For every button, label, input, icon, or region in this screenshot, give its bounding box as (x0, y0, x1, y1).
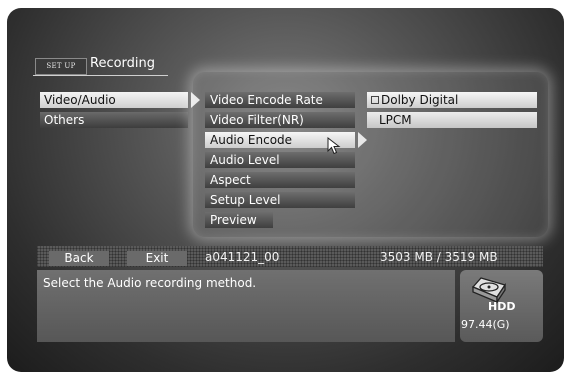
checkbox-icon (371, 95, 379, 104)
option-dolby-digital[interactable]: Dolby Digital (367, 92, 537, 108)
submenu-arrow-icon (358, 132, 367, 148)
submenu-item-label: Aspect (210, 173, 251, 187)
hdd-capacity: 97.44(G) (461, 318, 510, 331)
submenu-item-label: Video Filter(NR) (210, 113, 304, 127)
exit-button[interactable]: Exit (127, 251, 187, 266)
option-label: LPCM (379, 113, 412, 127)
submenu-item-aspect[interactable]: Aspect (205, 172, 355, 188)
menu-item-video-audio[interactable]: Video/Audio (40, 92, 188, 108)
submenu-item-label: Audio Encode (210, 133, 293, 147)
setup-tag: SET UP (35, 58, 87, 75)
submenu-item-label: Video Encode Rate (210, 93, 323, 107)
page-title: Recording (90, 56, 156, 71)
help-message: Select the Audio recording method. (43, 276, 257, 290)
submenu-item-preview[interactable]: Preview (205, 212, 273, 228)
help-message-box: Select the Audio recording method. (37, 270, 455, 342)
submenu-item-label: Setup Level (210, 193, 281, 207)
submenu-item-video-encode-rate[interactable]: Video Encode Rate (205, 92, 355, 108)
submenu-item-label: Preview (210, 213, 257, 227)
menu-item-label: Video/Audio (44, 93, 116, 107)
submenu-item-label: Audio Level (210, 153, 280, 167)
menu-item-others[interactable]: Others (40, 112, 188, 128)
submenu-item-video-filter[interactable]: Video Filter(NR) (205, 112, 355, 128)
pointer-cursor-icon (327, 137, 341, 155)
title-underline (33, 75, 168, 76)
capacity-readout: 3503 MB / 3519 MB (380, 250, 498, 264)
menu-item-label: Others (44, 113, 85, 127)
option-label: Dolby Digital (381, 93, 459, 107)
back-button[interactable]: Back (49, 251, 109, 266)
submenu-item-setup-level[interactable]: Setup Level (205, 192, 355, 208)
hdd-label: HDD (488, 300, 516, 313)
option-lpcm[interactable]: LPCM (367, 112, 537, 128)
file-name: a041121_00 (205, 250, 280, 264)
